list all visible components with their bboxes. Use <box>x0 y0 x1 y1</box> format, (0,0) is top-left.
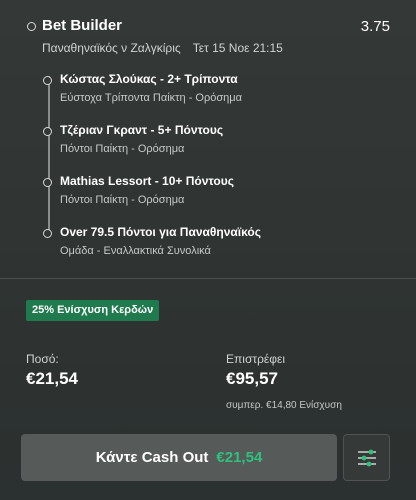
selection-item: Κώστας Σλούκας - 2+ Τρίποντα Εύστοχα Τρί… <box>43 72 242 104</box>
returns-value: €95,57 <box>226 369 278 388</box>
selection-title: Τζέριαν Γκραντ - 5+ Πόντους <box>60 123 224 137</box>
selection-market: Ομάδα - Εναλλακτικά Συνολικά <box>60 245 211 257</box>
match-name: Παναθηναϊκός ν Ζαλγκίρις <box>42 41 181 55</box>
selection-market: Πόντοι Παίκτη - Ορόσημα <box>60 194 185 206</box>
bet-builder-title: Bet Builder <box>42 17 123 34</box>
section-divider <box>0 278 416 279</box>
sliders-icon <box>357 449 376 466</box>
stake-value: €21,54 <box>26 369 78 388</box>
bet-builder-dot-icon <box>27 22 36 31</box>
returns-boost-note: συμπερ. €14,80 Ενίσχυση <box>226 400 342 411</box>
match-datetime: Τετ 15 Νοε 21:15 <box>192 41 283 55</box>
selection-title: Over 79.5 Πόντοι για Παναθηναϊκός <box>60 225 261 239</box>
selection-market: Εύστοχα Τρίποντα Παίκτη - Ορόσημα <box>60 92 242 104</box>
selection-item: Over 79.5 Πόντοι για Παναθηναϊκός Ομάδα … <box>43 225 261 257</box>
selection-dot-icon <box>43 127 52 136</box>
cash-out-button[interactable]: Κάντε Cash Out €21,54 <box>21 434 337 481</box>
selection-dot-icon <box>43 76 52 85</box>
bet-card: Bet Builder 3.75 Παναθηναϊκός ν Ζαλγκίρι… <box>0 0 416 500</box>
selection-dot-icon <box>43 178 52 187</box>
selection-item: Mathias Lessort - 10+ Πόντους Πόντοι Παί… <box>43 174 234 206</box>
selection-title: Κώστας Σλούκας - 2+ Τρίποντα <box>60 72 238 86</box>
selection-dot-icon <box>43 229 52 238</box>
profit-boost-badge: 25% Ενίσχυση Κερδών <box>26 300 160 321</box>
stake-label: Ποσό: <box>26 352 59 366</box>
bet-odds: 3.75 <box>360 18 390 35</box>
selection-item: Τζέριαν Γκραντ - 5+ Πόντους Πόντοι Παίκτ… <box>43 123 224 155</box>
selections-timeline <box>48 76 50 232</box>
cash-out-settings-button[interactable] <box>343 434 390 481</box>
selection-market: Πόντοι Παίκτη - Ορόσημα <box>60 143 185 155</box>
match-info: Παναθηναϊκός ν Ζαλγκίρις Τετ 15 Νοε 21:15 <box>42 41 283 55</box>
returns-label: Επιστρέφει <box>226 352 286 366</box>
cash-out-label: Κάντε Cash Out <box>95 449 209 466</box>
cash-out-amount: €21,54 <box>216 449 263 466</box>
selection-title: Mathias Lessort - 10+ Πόντους <box>60 174 234 188</box>
